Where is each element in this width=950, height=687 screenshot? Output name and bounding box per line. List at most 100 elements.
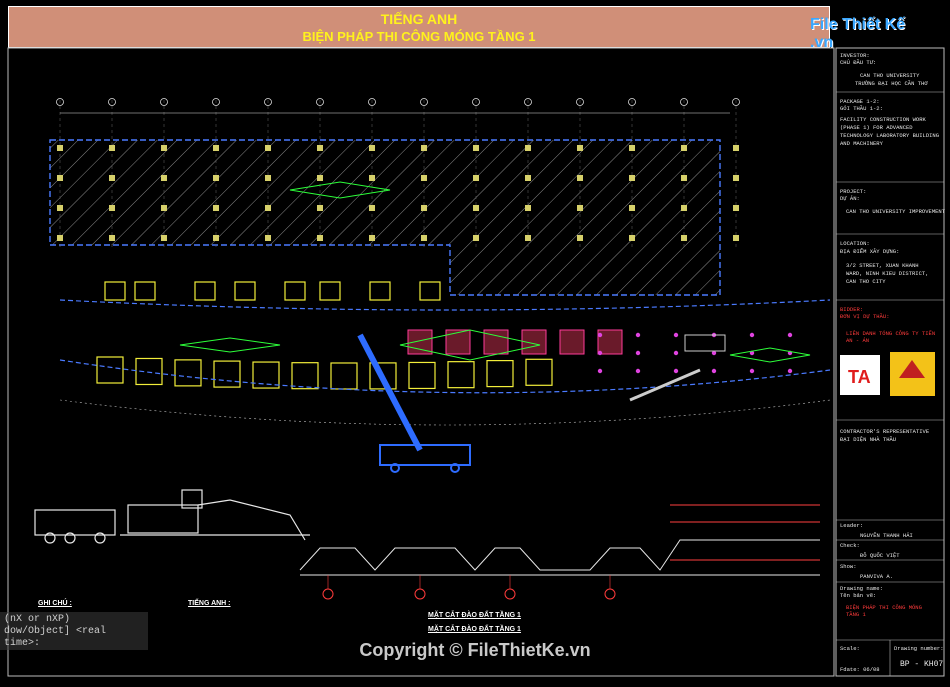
pile-marker — [711, 368, 717, 374]
curved-boundary-2 — [59, 299, 831, 311]
footing — [194, 281, 216, 301]
package-value: FACILITY CONSTRUCTION WORK (PHASE 1) FOR… — [840, 116, 940, 147]
column-marker — [213, 235, 219, 241]
contractor-label-vi: ĐẠI DIỆN NHÀ THẦU — [840, 436, 897, 443]
pile-marker — [673, 368, 679, 374]
pile-marker — [635, 368, 641, 374]
column-marker — [265, 205, 271, 211]
column-marker — [57, 175, 63, 181]
column-marker — [57, 205, 63, 211]
bidder-value: LIÊN DANH TỔNG CÔNG TY TIẾN AN - ÁN — [846, 330, 936, 344]
bidder-logos: TA — [840, 352, 935, 396]
section-bubble — [322, 588, 334, 600]
column-marker — [369, 175, 375, 181]
column-marker — [681, 235, 687, 241]
column-marker — [213, 175, 219, 181]
copyright-watermark: Copyright © FileThietKe.vn — [359, 640, 591, 660]
column-marker — [473, 205, 479, 211]
column-marker — [265, 235, 271, 241]
column-marker — [265, 175, 271, 181]
column-marker — [109, 145, 115, 151]
section-equipment — [34, 489, 310, 544]
section-title-2: MẶT CẮT ĐÀO ĐẤT TẦNG 1 — [428, 626, 521, 633]
column-marker — [57, 235, 63, 241]
location-label: LOCATION: — [840, 240, 870, 247]
drawing-number-value: BP - KH07 — [900, 660, 944, 669]
column-marker — [577, 145, 583, 151]
leader-value: NGUYỄN THANH HẢI — [860, 532, 913, 539]
column-marker — [421, 205, 427, 211]
footing — [284, 281, 306, 301]
notes-vi-heading: GHI CHÚ : — [38, 600, 72, 607]
footing — [419, 281, 441, 301]
column-marker — [161, 145, 167, 151]
footing — [319, 281, 341, 301]
column-marker — [629, 175, 635, 181]
column-marker — [629, 235, 635, 241]
column-marker — [681, 205, 687, 211]
cad-drawing-canvas[interactable]: TA — [0, 0, 950, 687]
footing-lower — [213, 360, 241, 388]
footing-lower — [447, 361, 475, 389]
footing-lower — [525, 358, 553, 386]
leader-label: Leader: — [840, 522, 864, 529]
project-label-vi: DỰ ÁN: — [840, 195, 860, 202]
footing — [104, 281, 126, 301]
pile-marker — [749, 368, 755, 374]
footing-lower — [408, 361, 436, 390]
column-marker — [525, 175, 531, 181]
pile-marker — [635, 332, 641, 338]
column-marker — [577, 205, 583, 211]
pile-marker — [749, 332, 755, 338]
bidder-label-vi: ĐƠN VỊ DỰ THẦU: — [840, 313, 890, 320]
footing-lower — [291, 362, 319, 390]
column-marker — [577, 235, 583, 241]
column-marker — [57, 145, 63, 151]
project-value: CAN THO UNIVERSITY IMPROVEMENT — [846, 208, 946, 215]
column-marker — [733, 205, 739, 211]
footing — [134, 281, 156, 301]
column-marker — [109, 235, 115, 241]
column-marker — [629, 205, 635, 211]
column-marker — [473, 145, 479, 151]
column-marker — [681, 145, 687, 151]
drawing-name-label: Drawing name: — [840, 585, 883, 592]
project-label: PROJECT: — [840, 188, 867, 195]
column-marker — [161, 235, 167, 241]
column-marker — [473, 175, 479, 181]
command-line-1: (nX or nXP) — [4, 614, 71, 625]
column-marker — [109, 205, 115, 211]
column-marker — [369, 235, 375, 241]
column-marker — [733, 145, 739, 151]
column-marker — [369, 145, 375, 151]
pile-marker — [787, 368, 793, 374]
column-marker — [317, 145, 323, 151]
column-marker — [317, 205, 323, 211]
column-marker — [629, 145, 635, 151]
footing-pink — [445, 329, 471, 355]
column-marker — [213, 205, 219, 211]
column-marker — [525, 145, 531, 151]
footing-lower — [252, 361, 280, 389]
pile-marker — [597, 332, 603, 338]
bidder-label: BIDDER: — [840, 306, 864, 313]
footing-lower — [486, 359, 514, 388]
package-label: PACKAGE 1-2: — [840, 98, 880, 105]
column-marker — [681, 175, 687, 181]
column-marker — [109, 175, 115, 181]
footing-lower — [330, 362, 358, 390]
footing-pink — [407, 329, 433, 355]
column-marker — [421, 145, 427, 151]
date-value: Fdate: 06/08 — [840, 666, 880, 673]
section-bubble — [414, 588, 426, 600]
notes-en-heading: TIẾNG ANH : — [188, 600, 231, 607]
section-title-1: MẶT CẮT ĐÀO ĐẤT TẦNG 1 — [428, 612, 521, 619]
package-label-vi: GÓI THẦU 1-2: — [840, 105, 883, 112]
pile-marker — [597, 368, 603, 374]
column-marker — [473, 235, 479, 241]
pile-marker — [597, 350, 603, 356]
column-marker — [161, 175, 167, 181]
show-label: Show: — [840, 563, 857, 570]
column-marker — [161, 205, 167, 211]
column-marker — [421, 235, 427, 241]
